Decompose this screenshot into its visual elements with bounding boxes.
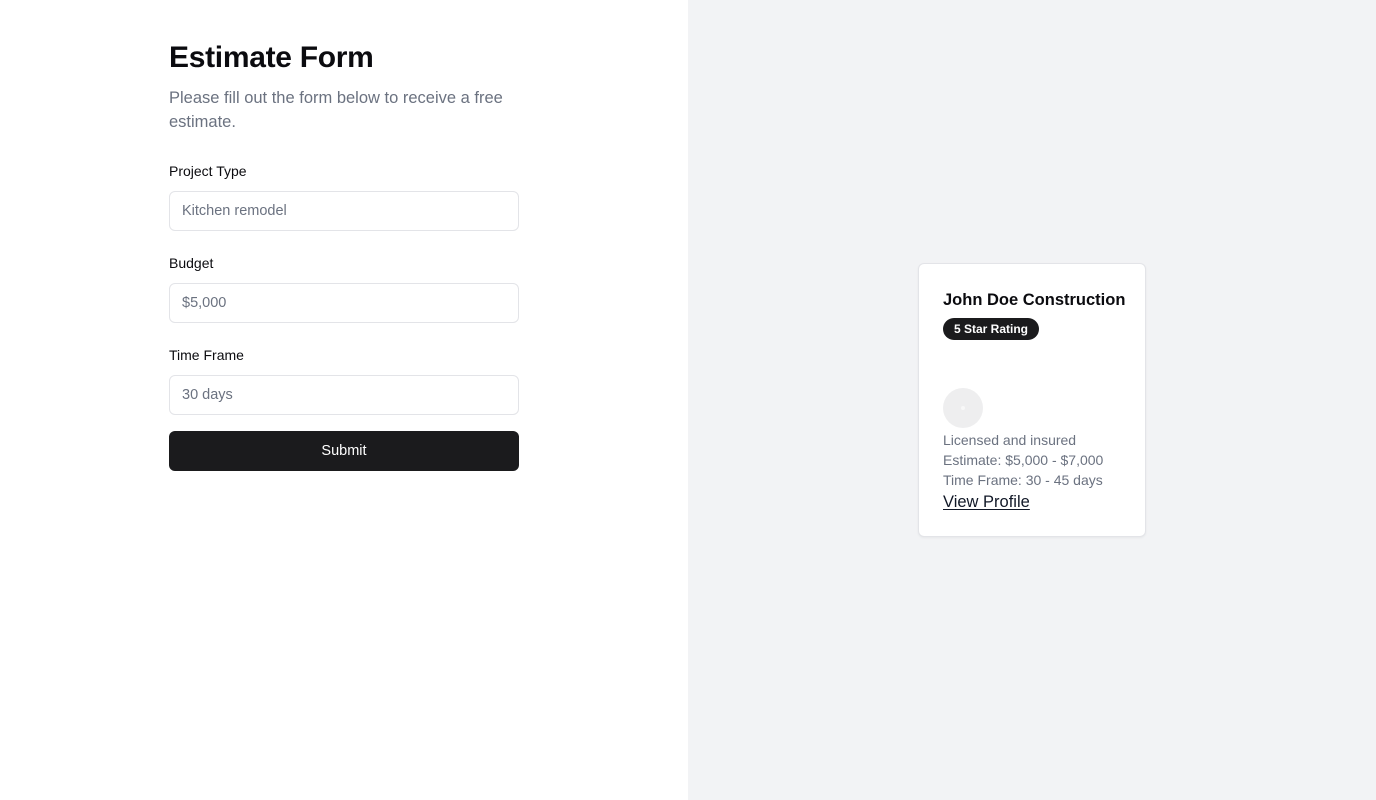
- avatar-placeholder-icon: [943, 388, 983, 428]
- project-type-label: Project Type: [169, 163, 247, 179]
- budget-label: Budget: [169, 255, 214, 271]
- project-type-input[interactable]: [169, 191, 519, 231]
- license-text: Licensed and insured: [943, 432, 1077, 448]
- contractor-card: John Doe Construction 5 Star Rating Lice…: [918, 263, 1146, 537]
- form-title: Estimate Form: [169, 41, 374, 74]
- budget-input[interactable]: [169, 283, 519, 323]
- form-subtitle: Please fill out the form below to receiv…: [169, 89, 503, 131]
- estimate-form: Estimate Form Please fill out the form b…: [169, 40, 519, 471]
- form-panel: Estimate Form Please fill out the form b…: [0, 0, 688, 800]
- time-frame-input[interactable]: [169, 375, 519, 415]
- time-frame-text: Time Frame: 30 - 45 days: [943, 472, 1103, 488]
- project-type-field: Project Type: [169, 161, 519, 231]
- estimate-text: Estimate: $5,000 - $7,000: [943, 452, 1104, 468]
- view-profile-link[interactable]: View Profile: [943, 490, 1030, 514]
- page: Estimate Form Please fill out the form b…: [0, 0, 1376, 800]
- budget-field: Budget: [169, 253, 519, 323]
- contractor-panel: John Doe Construction 5 Star Rating Lice…: [688, 0, 1376, 800]
- rating-badge: 5 Star Rating: [943, 318, 1040, 340]
- submit-button[interactable]: Submit: [169, 431, 519, 471]
- time-frame-label: Time Frame: [169, 347, 244, 363]
- time-frame-field: Time Frame: [169, 345, 519, 415]
- avatar-dot: [961, 406, 965, 410]
- contractor-name: John Doe Construction: [943, 291, 1126, 309]
